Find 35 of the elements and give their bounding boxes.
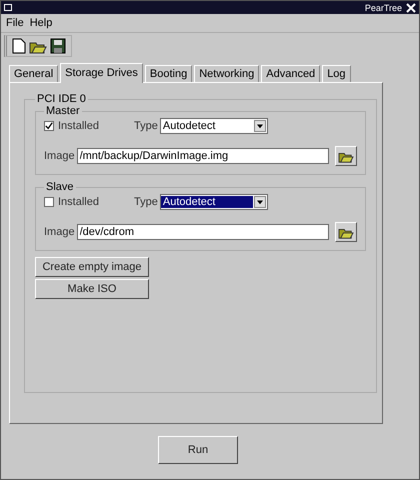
type-label: Type (134, 196, 158, 208)
checkbox[interactable] (44, 197, 54, 207)
window-menu-icon[interactable] (4, 4, 12, 11)
type-label: Type (134, 120, 158, 132)
checkbox-label: Installed (58, 196, 100, 208)
image-label: Image (44, 226, 75, 238)
tab[interactable]: Networking (194, 65, 260, 82)
tab[interactable]: Log (322, 65, 351, 82)
menu-item[interactable]: File (6, 17, 24, 29)
new-file-icon[interactable] (12, 38, 26, 54)
type-dropdown[interactable]: Autodetect (160, 194, 268, 210)
save-icon[interactable] (50, 38, 66, 54)
menu-item[interactable]: Help (30, 17, 52, 29)
browse-button[interactable] (334, 146, 357, 166)
type-dropdown[interactable]: Autodetect (160, 118, 268, 134)
tab[interactable]: General (9, 65, 58, 82)
tab[interactable]: Storage Drives (60, 63, 143, 83)
down-arrow-icon (256, 123, 263, 129)
checkbox[interactable] (44, 121, 54, 131)
action-button[interactable]: Create empty image (35, 257, 149, 277)
tab[interactable]: Booting (144, 65, 192, 82)
image-label: Image (44, 150, 75, 162)
down-arrow-icon (256, 199, 263, 205)
image-path-field[interactable]: /dev/cdrom (76, 224, 329, 240)
close-icon[interactable] (406, 2, 416, 12)
browse-button[interactable] (334, 222, 357, 242)
action-button[interactable]: Make ISO (35, 279, 149, 299)
group-title: Slave (45, 181, 75, 193)
image-path-field[interactable]: /mnt/backup/DarwinImage.img (76, 148, 329, 164)
run-button[interactable]: Run (158, 436, 238, 464)
checkbox-label: Installed (58, 120, 100, 132)
group-title: Master (45, 105, 81, 117)
group-title: PCI IDE 0 (36, 93, 87, 105)
tab[interactable]: Advanced (261, 65, 320, 82)
window-title: PearTree (364, 2, 402, 12)
